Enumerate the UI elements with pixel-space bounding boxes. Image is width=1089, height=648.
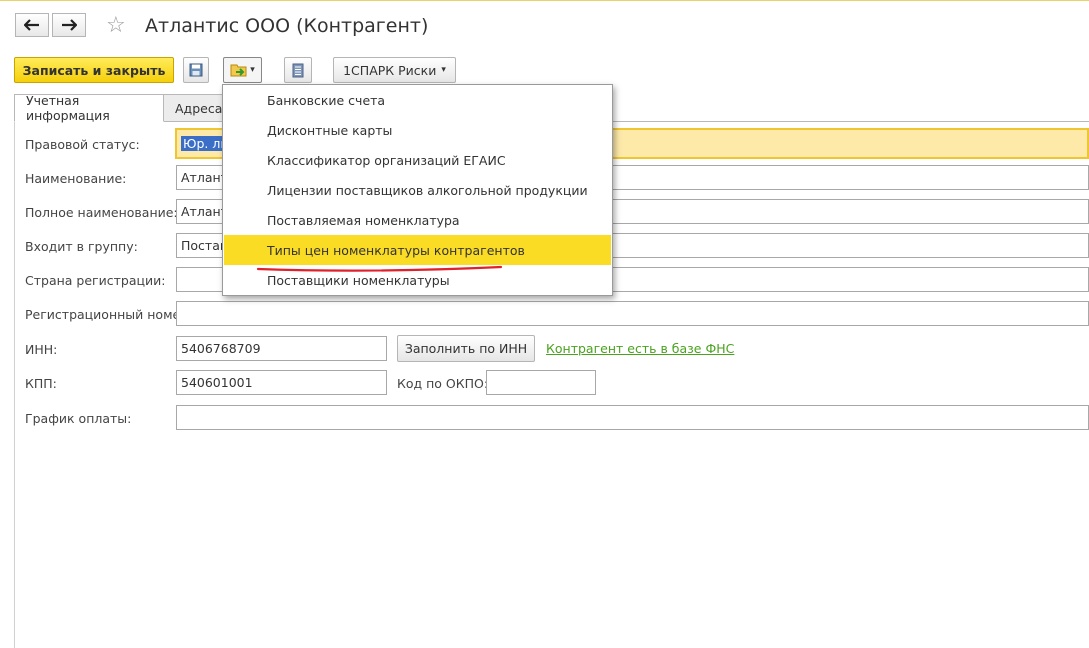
menu-item-label: Типы цен номенклатуры контрагентов xyxy=(267,242,525,258)
floppy-disk-icon xyxy=(189,63,203,77)
reg-number-field[interactable] xyxy=(176,301,1089,326)
spark-risks-label: 1СПАРК Риски xyxy=(343,62,437,78)
save-button[interactable] xyxy=(183,57,209,83)
kpp-value: 540601001 xyxy=(181,375,253,390)
tab-label: Учетная информация xyxy=(26,93,110,123)
arrow-right-icon xyxy=(62,19,77,31)
favorite-star-icon[interactable]: ☆ xyxy=(106,13,126,39)
fns-link[interactable]: Контрагент есть в базе ФНС xyxy=(546,341,734,356)
menu-item-bank-accounts[interactable]: Банковские счета xyxy=(224,85,611,115)
save-and-close-button[interactable]: Записать и закрыть xyxy=(14,57,174,83)
kpp-label: КПП: xyxy=(25,376,57,391)
okpo-label: Код по ОКПО: xyxy=(397,376,489,391)
inn-label: ИНН: xyxy=(25,342,58,357)
folder-arrow-icon xyxy=(230,64,247,77)
menu-item-supplied-items[interactable]: Поставляемая номенклатура xyxy=(224,205,611,235)
back-button[interactable] xyxy=(15,13,49,37)
menu-item-egais-classifier[interactable]: Классификатор организаций ЕГАИС xyxy=(224,145,611,175)
okpo-field[interactable] xyxy=(486,370,596,395)
group-label: Входит в группу: xyxy=(25,239,138,254)
menu-item-alcohol-licenses[interactable]: Лицензии поставщиков алкогольной продукц… xyxy=(224,175,611,205)
tab-accounting-info[interactable]: Учетная информация xyxy=(14,93,164,123)
inn-field[interactable]: 5406768709 xyxy=(176,336,387,361)
panel-left-border xyxy=(14,122,15,648)
menu-item-label: Банковские счета xyxy=(267,92,386,108)
page-title: Атлантис ООО (Контрагент) xyxy=(145,15,429,37)
menu-item-label: Поставщики номенклатуры xyxy=(267,272,450,288)
menu-item-label: Лицензии поставщиков алкогольной продукц… xyxy=(267,182,588,198)
tab-label: Адреса xyxy=(175,100,223,116)
payment-schedule-label: График оплаты: xyxy=(25,411,132,426)
full-name-label: Полное наименование: xyxy=(25,205,178,220)
name-label: Наименование: xyxy=(25,171,127,186)
red-underline-annotation xyxy=(256,265,503,272)
country-label: Страна регистрации: xyxy=(25,273,166,288)
forward-button[interactable] xyxy=(52,13,86,37)
legal-status-label: Правовой статус: xyxy=(25,137,140,152)
menu-item-label: Поставляемая номенклатура xyxy=(267,212,460,228)
arrow-left-icon xyxy=(24,19,39,31)
spark-risks-button[interactable]: 1СПАРК Риски ▾ xyxy=(333,57,456,83)
reg-number-label: Регистрационный номер: xyxy=(25,307,193,322)
fill-by-inn-button[interactable]: Заполнить по ИНН xyxy=(397,335,535,362)
go-to-related-button[interactable]: ▾ xyxy=(223,57,262,83)
payment-schedule-field[interactable] xyxy=(176,405,1089,430)
menu-item-label: Классификатор организаций ЕГАИС xyxy=(267,152,506,168)
menu-item-discount-cards[interactable]: Дисконтные карты xyxy=(224,115,611,145)
document-list-icon xyxy=(292,63,304,77)
kpp-field[interactable]: 540601001 xyxy=(176,370,387,395)
chevron-down-icon: ▾ xyxy=(441,65,446,75)
inn-value: 5406768709 xyxy=(181,341,261,356)
menu-item-price-types[interactable]: Типы цен номенклатуры контрагентов xyxy=(224,235,611,265)
chevron-down-icon: ▾ xyxy=(250,65,255,75)
report-button[interactable] xyxy=(284,57,312,83)
menu-item-label: Дисконтные карты xyxy=(267,122,393,138)
